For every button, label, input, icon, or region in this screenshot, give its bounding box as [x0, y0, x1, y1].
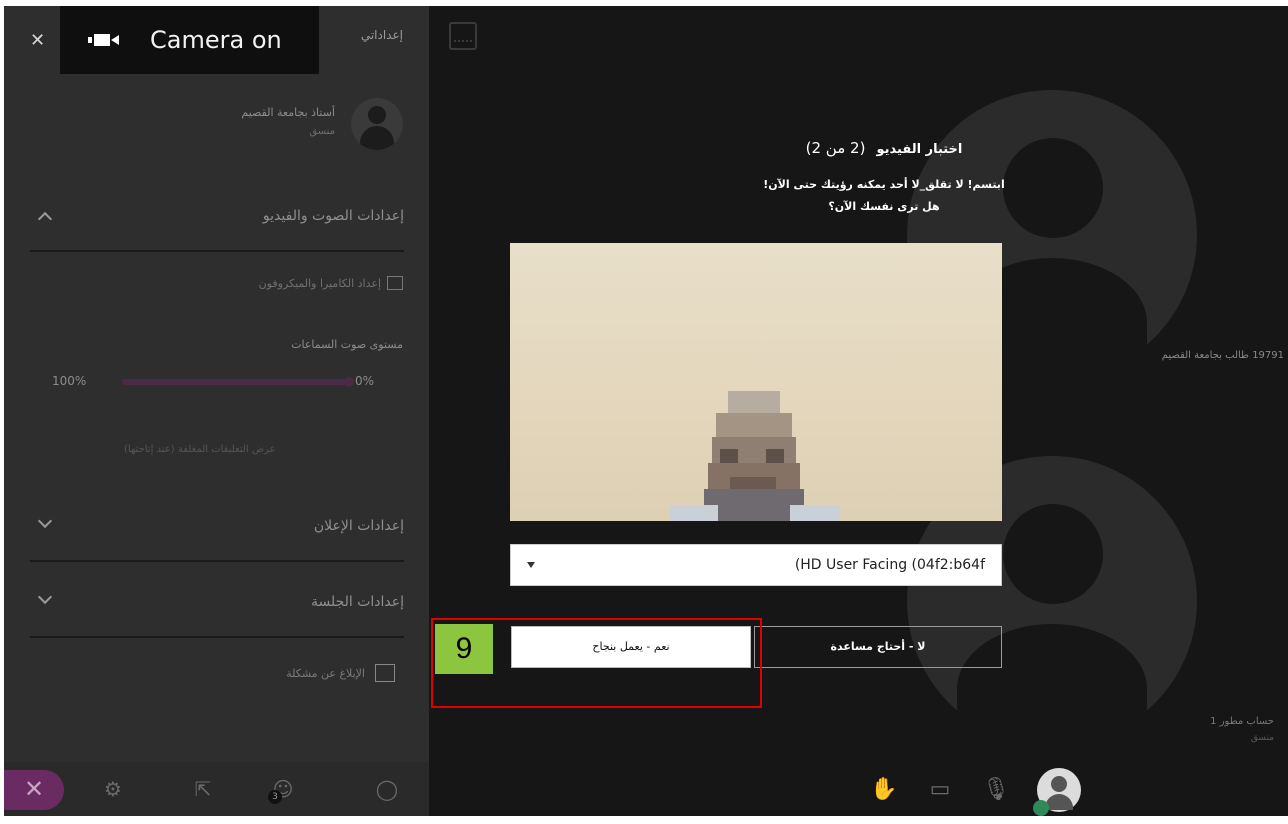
user-name: أستاذ بجامعة القصيم [241, 106, 335, 119]
user-role: منسق [309, 126, 335, 137]
user-profile: أستاذ بجامعة القصيم منسق [23, 94, 403, 154]
layout-grid-icon[interactable] [449, 22, 477, 50]
camera-device-select[interactable]: (HD User Facing (04f2:b64f [510, 544, 1002, 586]
share-icon[interactable]: ⇱ [190, 776, 216, 802]
speaker-volume-label: مستوى صوت السماعات [291, 338, 403, 351]
volume-knob[interactable] [344, 377, 354, 387]
my-status-avatar[interactable] [1033, 768, 1081, 816]
message-line-1: ابتسم! لا تقلق_لا أحد يمكنه رؤيتك حتى ال… [763, 178, 1005, 191]
divider [30, 560, 404, 562]
account-name: حساب مطور 1 [1210, 716, 1274, 727]
dialog-step: (2 من 2) [805, 139, 866, 157]
settings-panel: إعداداتي ✕ Camera on أستاذ بجامعة القصيم… [4, 6, 429, 816]
close-panel-button[interactable]: ✕ [4, 770, 64, 810]
speaker-volume-slider[interactable]: 100% 0% [52, 372, 374, 392]
chevron-down-icon [37, 589, 53, 605]
report-issue-label: الإبلاغ عن مشكلة [286, 666, 365, 680]
works-button[interactable]: نعم - يعمل بنجاح [511, 626, 751, 668]
volume-min-label: 0% [354, 374, 374, 388]
chevron-up-icon [37, 211, 53, 227]
camera-settings-icon [387, 276, 403, 290]
close-icon[interactable]: ✕ [30, 30, 45, 51]
camera-icon [88, 30, 122, 50]
section-audio-video[interactable]: إعدادات الصوت والفيديو [30, 200, 404, 236]
section-notifications[interactable]: إعدادات الإعلان [30, 510, 404, 546]
chevron-down-icon [37, 513, 53, 529]
message-line-2: هل ترى نفسك الآن؟ [828, 200, 940, 213]
panel-bottom-bar: ✕ ⚙ ⇱ ☺ 3 ◯ [4, 762, 429, 816]
report-issue-link[interactable]: الإبلاغ عن مشكلة [286, 664, 395, 682]
account-role: منسق [1250, 733, 1274, 743]
mic-off-icon[interactable]: 🎙 [981, 775, 1011, 805]
step-number-badge: 9 [435, 624, 493, 674]
participant-info: حساب مطور 1 منسق [1210, 716, 1274, 743]
dialog-message: ابتسم! لا تقلق_لا أحد يمكنه رؤيتك حتى ال… [669, 174, 1099, 218]
dialog-title-text: اختبار الفيديو [876, 142, 963, 157]
dialog-title: اختبار الفيديو (2 من 2) [669, 138, 1099, 157]
camera-setup-label: إعداد الكاميرا والميكروفون [258, 276, 381, 290]
camera-toast: Camera on [60, 6, 319, 74]
volume-track[interactable] [122, 377, 354, 387]
divider [30, 636, 404, 638]
camera-off-icon[interactable]: ▭ [925, 775, 955, 805]
raise-hand-icon[interactable]: ✋ [869, 775, 899, 805]
section-title: إعدادات الصوت والفيديو [262, 208, 404, 224]
report-icon [375, 664, 395, 682]
participants-icon[interactable]: ☺ 3 [268, 776, 296, 804]
chevron-down-icon [527, 562, 535, 568]
toast-text: Camera on [150, 26, 282, 54]
session-controls: ✋ ▭ 🎙 [869, 768, 1081, 816]
app-frame: إعداداتي ✕ Camera on أستاذ بجامعة القصيم… [0, 0, 1288, 824]
camera-mic-setup-link[interactable]: إعداد الكاميرا والميكروفون [259, 276, 403, 290]
divider [30, 250, 404, 252]
camera-device-value: (HD User Facing (04f2:b64f [794, 557, 985, 573]
section-session[interactable]: إعدادات الجلسة [30, 586, 404, 622]
chat-icon[interactable]: ◯ [374, 776, 400, 802]
section-title: إعدادات الإعلان [313, 518, 404, 534]
participants-count-badge: 3 [268, 790, 282, 804]
camera-preview [510, 243, 1002, 521]
need-help-button[interactable]: لا - أحتاج مساعدة [754, 626, 1002, 668]
section-title: إعدادات الجلسة [310, 594, 404, 610]
gear-icon[interactable]: ⚙ [100, 776, 126, 802]
status-ok-icon [1033, 800, 1049, 816]
captions-option[interactable]: عرض التعليقات المغلقة (عند إتاحتها) [124, 444, 275, 455]
panel-title: إعداداتي [360, 28, 403, 42]
avatar [351, 98, 403, 150]
volume-fill [122, 379, 350, 385]
volume-max-label: 100% [52, 374, 87, 388]
participant-label: 19791 طالب بجامعة القصيم [1161, 350, 1284, 361]
